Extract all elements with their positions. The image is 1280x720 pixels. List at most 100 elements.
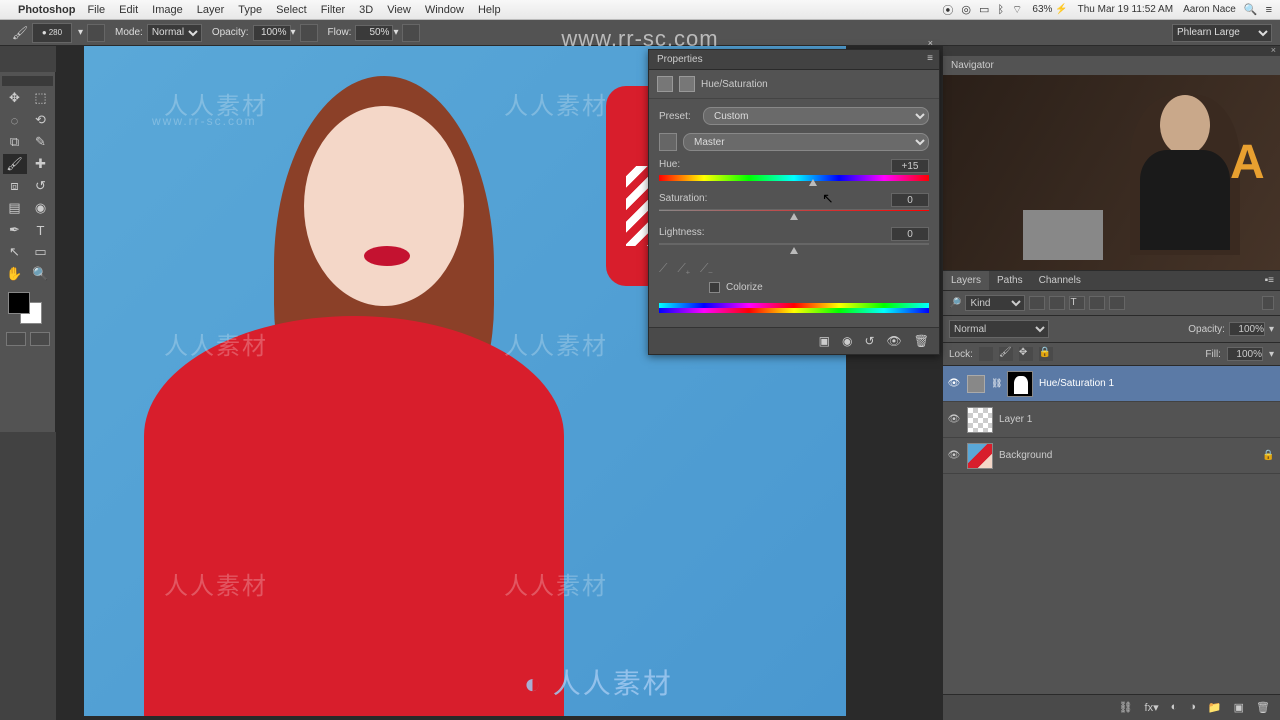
- layer-thumb[interactable]: [967, 407, 993, 433]
- visibility-icon[interactable]: 👁: [947, 450, 961, 461]
- visibility-icon[interactable]: 👁: [947, 414, 961, 425]
- eyedropper-icon[interactable]: ⟋: [659, 261, 667, 276]
- preset-select[interactable]: Custom: [703, 107, 929, 125]
- pen-tool-icon[interactable]: ✒: [3, 220, 27, 240]
- targeted-adjust-icon[interactable]: [659, 133, 677, 151]
- menu-select[interactable]: Select: [276, 4, 307, 16]
- menu-window[interactable]: Window: [425, 4, 464, 16]
- new-group-icon[interactable]: 📁: [1208, 701, 1222, 714]
- battery-status[interactable]: 63% ⚡: [1032, 4, 1067, 15]
- navigator-tab[interactable]: Navigator: [943, 56, 1280, 75]
- colorize-checkbox[interactable]: [709, 282, 720, 293]
- lock-pixels-icon[interactable]: 🖌: [999, 347, 1013, 361]
- menu-3d[interactable]: 3D: [359, 4, 373, 16]
- chevron-down-icon[interactable]: ▾: [1269, 349, 1274, 360]
- layer-name[interactable]: Background: [999, 450, 1256, 461]
- blur-tool-icon[interactable]: ◉: [29, 198, 53, 218]
- chevron-down-icon[interactable]: ▾: [1269, 324, 1274, 335]
- chevron-down-icon[interactable]: ▾: [78, 27, 83, 38]
- chevron-down-icon[interactable]: ▾: [291, 27, 296, 38]
- delete-icon[interactable]: 🗑: [914, 334, 929, 348]
- record-icon[interactable]: ⦿: [942, 2, 953, 18]
- view-previous-icon[interactable]: ◉: [842, 334, 852, 348]
- menu-extras-icon[interactable]: ≡: [1266, 4, 1272, 16]
- tab-channels[interactable]: Channels: [1031, 271, 1089, 290]
- clip-to-layer-icon[interactable]: ▣: [819, 334, 830, 348]
- filter-type-icon[interactable]: T: [1069, 296, 1085, 310]
- delete-layer-icon[interactable]: 🗑: [1256, 701, 1270, 714]
- new-layer-icon[interactable]: ▣: [1234, 701, 1244, 714]
- tab-paths[interactable]: Paths: [989, 271, 1031, 290]
- search-icon[interactable]: 🔎: [949, 298, 961, 309]
- filter-toggle[interactable]: [1262, 296, 1274, 310]
- filter-shape-icon[interactable]: [1089, 296, 1105, 310]
- layer-fx-icon[interactable]: fx▾: [1145, 701, 1159, 714]
- menu-filter[interactable]: Filter: [321, 4, 345, 16]
- close-icon[interactable]: ×: [1271, 45, 1276, 55]
- marquee-tool-icon[interactable]: ◌: [3, 110, 27, 130]
- lock-all-icon[interactable]: 🔒: [1039, 347, 1053, 361]
- chevron-down-icon[interactable]: ▾: [393, 27, 398, 38]
- spotlight-icon[interactable]: 🔍: [1244, 3, 1258, 16]
- blend-mode-select[interactable]: Normal: [949, 320, 1049, 338]
- pressure-opacity-icon[interactable]: [300, 24, 318, 42]
- channel-select[interactable]: Master: [683, 133, 929, 151]
- zoom-tool-icon[interactable]: 🔍: [29, 264, 53, 284]
- workspace-select[interactable]: Phlearn Large: [1172, 24, 1272, 42]
- blend-mode-select[interactable]: Normal: [147, 24, 202, 42]
- layer-row[interactable]: 👁 ⛓ Hue/Saturation 1: [943, 366, 1280, 402]
- filter-pixel-icon[interactable]: [1029, 296, 1045, 310]
- eyedropper-add-icon[interactable]: ⟋₊: [677, 261, 690, 276]
- mask-icon[interactable]: [679, 76, 695, 92]
- filter-smart-icon[interactable]: [1109, 296, 1125, 310]
- menu-image[interactable]: Image: [152, 4, 183, 16]
- filter-kind-select[interactable]: Kind: [965, 295, 1025, 311]
- menu-layer[interactable]: Layer: [197, 4, 225, 16]
- layer-thumb[interactable]: [967, 443, 993, 469]
- wifi-icon[interactable]: ⌔: [1012, 3, 1022, 17]
- screen-mode-icon[interactable]: [30, 332, 50, 346]
- menu-edit[interactable]: Edit: [119, 4, 138, 16]
- lasso-tool-icon[interactable]: ⟲: [29, 110, 53, 130]
- type-tool-icon[interactable]: T: [29, 220, 53, 240]
- eyedropper-tool-icon[interactable]: ✎: [29, 132, 53, 152]
- link-layers-icon[interactable]: ⛓: [1119, 701, 1133, 714]
- healing-tool-icon[interactable]: ✚: [29, 154, 53, 174]
- lightness-slider[interactable]: [659, 243, 929, 251]
- reset-icon[interactable]: ↺: [864, 334, 874, 348]
- cc-icon[interactable]: ◎: [961, 3, 971, 16]
- layer-name[interactable]: Layer 1: [999, 414, 1276, 425]
- layer-row[interactable]: 👁 Layer 1: [943, 402, 1280, 438]
- saturation-slider[interactable]: [659, 209, 929, 217]
- link-icon[interactable]: ⛓: [991, 378, 1001, 389]
- display-icon[interactable]: ▭: [979, 3, 989, 16]
- panel-menu-icon[interactable]: ▪≡: [1259, 271, 1280, 290]
- layer-mask-thumb[interactable]: [1007, 371, 1033, 397]
- menu-type[interactable]: Type: [238, 4, 262, 16]
- visibility-icon[interactable]: 👁: [947, 378, 961, 389]
- layer-opacity-input[interactable]: [1229, 322, 1265, 336]
- datetime[interactable]: Thu Mar 19 11:52 AM: [1078, 4, 1173, 15]
- adjustment-layer-icon[interactable]: [967, 375, 985, 393]
- selection-tool-icon[interactable]: ⬚: [29, 88, 53, 108]
- bluetooth-icon[interactable]: ᛒ: [997, 4, 1004, 16]
- brush-preset-picker[interactable]: ●280: [32, 23, 72, 43]
- flow-input[interactable]: [355, 25, 393, 41]
- new-adjustment-icon[interactable]: ◑: [1189, 701, 1196, 714]
- airbrush-icon[interactable]: [402, 24, 420, 42]
- brush-panel-toggle-icon[interactable]: [87, 24, 105, 42]
- shape-tool-icon[interactable]: ▭: [29, 242, 53, 262]
- filter-adjust-icon[interactable]: [1049, 296, 1065, 310]
- gradient-tool-icon[interactable]: ▤: [3, 198, 27, 218]
- color-swatches[interactable]: [2, 292, 53, 322]
- history-brush-icon[interactable]: ↺: [29, 176, 53, 196]
- toolbox-collapse[interactable]: [2, 76, 53, 86]
- menu-help[interactable]: Help: [478, 4, 501, 16]
- close-icon[interactable]: ×: [928, 38, 933, 48]
- add-mask-icon[interactable]: ◐: [1171, 701, 1178, 714]
- panel-menu-icon[interactable]: ≡: [927, 53, 933, 64]
- brush-tool-icon[interactable]: 🖌: [3, 154, 27, 174]
- lock-transparent-icon[interactable]: [979, 347, 993, 361]
- lightness-value[interactable]: 0: [891, 227, 929, 241]
- eyedropper-sub-icon[interactable]: ⟋₋: [700, 261, 713, 276]
